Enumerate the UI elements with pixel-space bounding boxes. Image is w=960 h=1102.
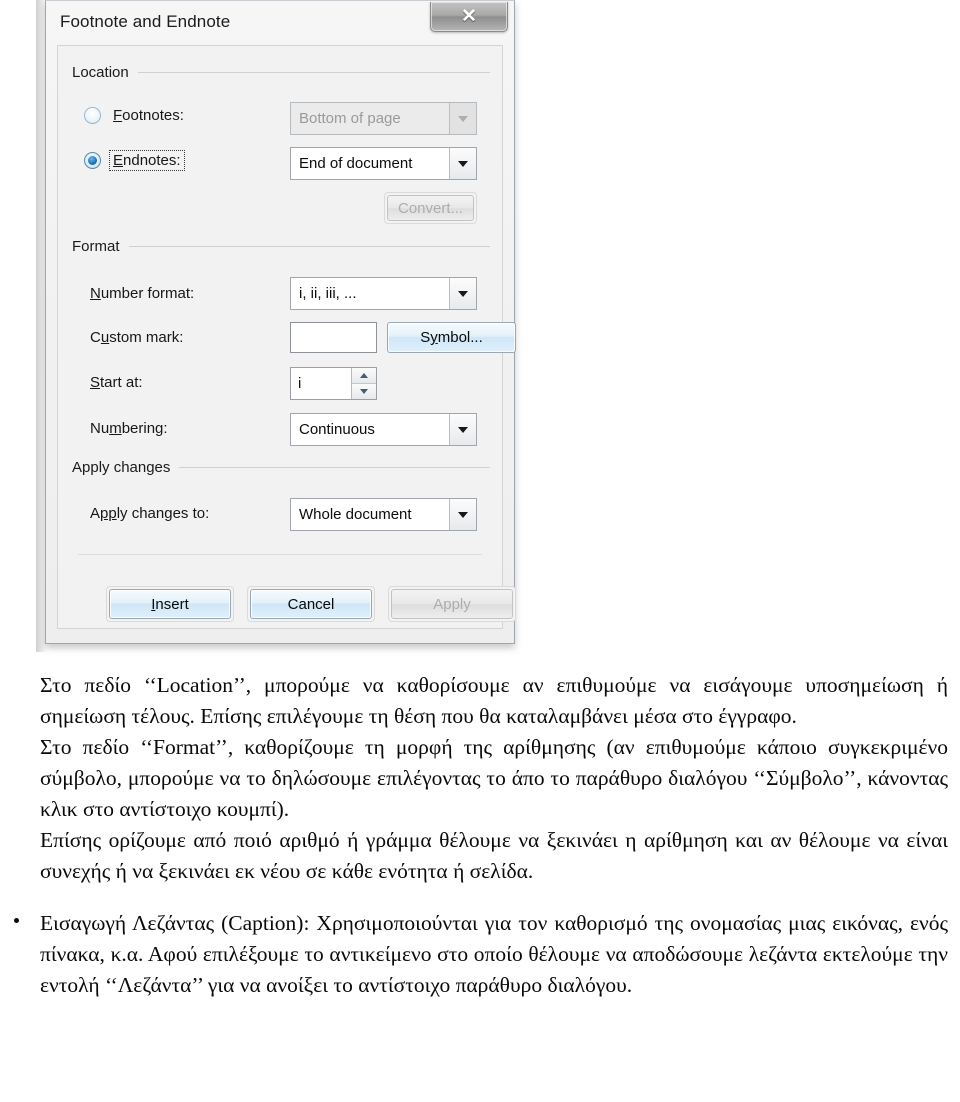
radio-footnotes-label: Footnotes: <box>113 107 184 124</box>
chevron-down-icon[interactable] <box>449 499 476 530</box>
group-rule-apply-changes <box>179 467 490 468</box>
chevron-down-icon[interactable] <box>449 148 476 179</box>
spinner-down-button[interactable] <box>352 383 376 399</box>
group-header-location: Location <box>72 64 490 81</box>
chevron-down-icon[interactable] <box>449 278 476 309</box>
spinner-start-at[interactable]: i <box>290 367 377 400</box>
group-label-format: Format <box>72 238 120 255</box>
group-header-apply-changes: Apply changes <box>72 459 490 476</box>
triangle-up-icon <box>360 373 368 378</box>
chevron-down-icon[interactable] <box>449 414 476 445</box>
convert-button[interactable]: Convert... <box>387 195 474 221</box>
paragraph-format: Στο πεδίο ‘‘Format’’, καθορίζουμε τη μορ… <box>40 735 948 821</box>
combo-apply-changes-to-value: Whole document <box>299 506 412 523</box>
symbol-button[interactable]: Symbol... <box>387 322 516 353</box>
combo-numbering[interactable]: Continuous <box>290 413 477 446</box>
group-header-format: Format <box>72 238 490 255</box>
combo-numbering-value: Continuous <box>299 421 375 438</box>
cancel-button[interactable]: Cancel <box>250 589 372 619</box>
label-custom-mark: Custom mark: <box>90 329 184 346</box>
combo-footnotes-location[interactable]: Bottom of page <box>290 102 477 135</box>
triangle-down-icon <box>360 389 368 394</box>
group-rule-location <box>137 72 490 73</box>
radio-row-endnotes[interactable]: Endnotes: <box>84 150 185 171</box>
combo-number-format-value: i, ii, iii, ... <box>299 285 357 302</box>
footer-separator <box>78 554 482 555</box>
footnote-endnote-dialog: Footnote and Endnote ✕ Location Footnote… <box>45 0 516 644</box>
combo-number-format[interactable]: i, ii, iii, ... <box>290 277 477 310</box>
bullet-list-item-caption: Εισαγωγή Λεζάντας (Caption): Χρησιμοποιο… <box>0 887 960 1001</box>
dialog-title-bar: Footnote and Endnote ✕ <box>46 1 514 45</box>
footnote-endnote-dialog-wrapper: Footnote and Endnote ✕ Location Footnote… <box>36 0 524 652</box>
close-icon: ✕ <box>461 6 477 27</box>
bullet-paragraph-text: Εισαγωγή Λεζάντας (Caption): Χρησιμοποιο… <box>40 911 948 997</box>
combo-endnotes-location[interactable]: End of document <box>290 147 477 180</box>
radio-row-footnotes[interactable]: Footnotes: <box>84 106 187 125</box>
combo-apply-changes-to[interactable]: Whole document <box>290 498 477 531</box>
group-label-location: Location <box>72 64 129 81</box>
label-start-at: Start at: <box>90 374 143 391</box>
insert-button[interactable]: Insert <box>109 589 231 619</box>
spinner-start-at-value[interactable]: i <box>291 368 351 399</box>
close-button[interactable]: ✕ <box>430 2 508 32</box>
label-numbering: Numbering: <box>90 420 168 437</box>
group-rule-format <box>128 246 490 247</box>
dialog-title: Footnote and Endnote <box>60 12 231 31</box>
radio-endnotes-icon[interactable] <box>84 152 101 169</box>
document-body: Στο πεδίο ‘‘Location’’, μπορούμε να καθο… <box>0 660 960 1001</box>
radio-footnotes-icon[interactable] <box>84 107 101 124</box>
bullet-icon <box>14 918 19 923</box>
spinner-buttons[interactable] <box>351 368 376 399</box>
symbol-button-label: Symbol... <box>420 329 483 346</box>
insert-button-label: Insert <box>151 595 189 613</box>
spinner-up-button[interactable] <box>352 368 376 383</box>
combo-footnotes-location-value: Bottom of page <box>299 110 401 127</box>
combo-endnotes-location-value: End of document <box>299 155 413 172</box>
apply-button[interactable]: Apply <box>391 589 513 619</box>
dialog-body-panel: Location Footnotes: Bottom of page Endno… <box>57 45 516 629</box>
group-label-apply-changes: Apply changes <box>72 459 171 476</box>
chevron-down-icon[interactable] <box>449 103 476 134</box>
radio-endnotes-label: Endnotes: <box>109 150 185 171</box>
label-number-format: Number format: <box>90 285 195 302</box>
dialog-surface: Footnote and Endnote ✕ Location Footnote… <box>46 1 516 643</box>
paragraph-numbering: Επίσης ορίζουμε από ποιό αριθμό ή γράμμα… <box>40 828 948 883</box>
label-apply-changes-to: Apply changes to: <box>90 505 210 522</box>
paragraph-location: Στο πεδίο ‘‘Location’’, μπορούμε να καθο… <box>40 673 948 728</box>
input-custom-mark[interactable] <box>290 322 377 353</box>
